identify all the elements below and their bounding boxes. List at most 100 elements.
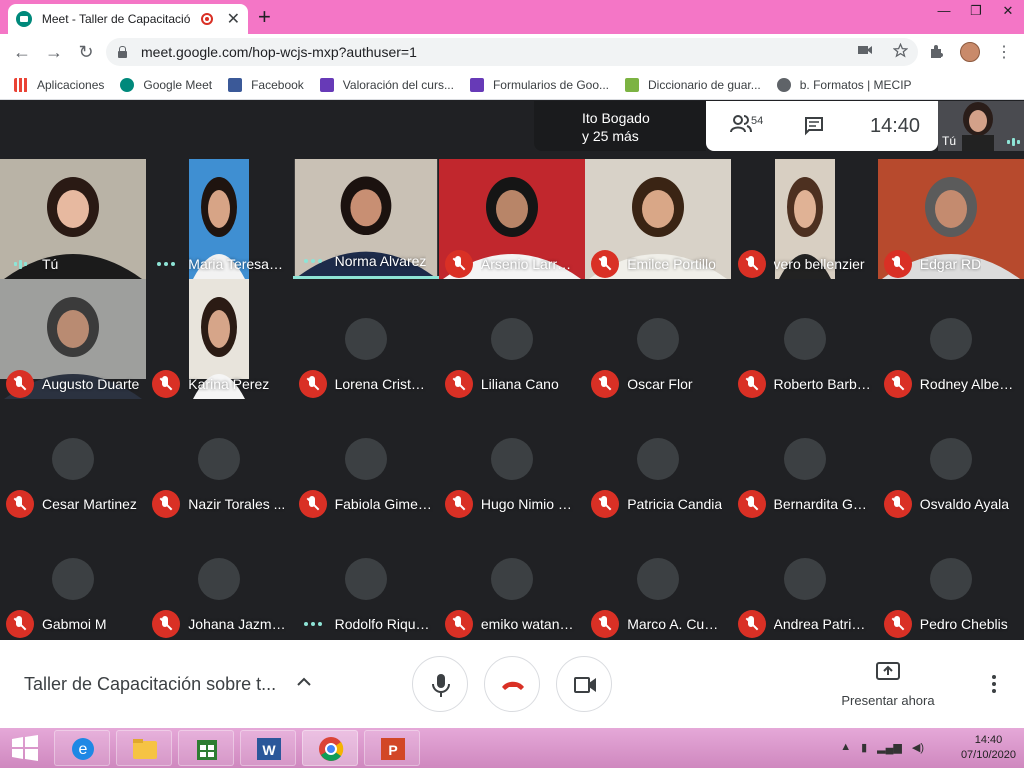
- bookmark-facebook[interactable]: Facebook: [228, 77, 304, 92]
- participant-tile[interactable]: Bernardita Guil...: [731, 399, 878, 519]
- folder-icon: [133, 739, 157, 759]
- meeting-title[interactable]: Taller de Capacitación sobre t...: [24, 674, 276, 695]
- mic-muted-icon: [737, 250, 766, 278]
- mic-muted-icon: [591, 250, 620, 278]
- participant-name: Norma Alvarez: [334, 253, 427, 269]
- present-now-button[interactable]: Presentar ahora: [840, 662, 936, 708]
- word-icon: W: [257, 738, 281, 760]
- participant-tile[interactable]: Gabmoi M: [0, 519, 146, 639]
- network-icon[interactable]: ▮: [861, 741, 867, 754]
- chevron-up-icon[interactable]: [296, 674, 312, 690]
- participant-tile[interactable]: Norma Alvarez: [292, 159, 439, 279]
- people-icon[interactable]: [730, 115, 752, 133]
- participant-label: Nazir Torales ...: [146, 489, 292, 519]
- new-tab-button[interactable]: +: [258, 4, 271, 30]
- participant-tile[interactable]: Maria Teresa C...: [146, 159, 293, 279]
- participant-tile[interactable]: Emilce Portillo: [585, 159, 732, 279]
- participant-label: Rodolfo Riquel...: [293, 609, 439, 639]
- star-icon[interactable]: [893, 43, 908, 58]
- microphone-button[interactable]: [412, 656, 468, 712]
- participant-tile[interactable]: Marco A. Cubil...: [585, 519, 732, 639]
- participant-tile[interactable]: Rodney Albert...: [877, 279, 1024, 399]
- address-bar[interactable]: meet.google.com/hop-wcjs-mxp?authuser=1: [106, 38, 918, 66]
- participant-count: 54: [751, 115, 764, 127]
- chat-icon[interactable]: [804, 116, 824, 136]
- participant-tile[interactable]: Johana Jazmi...: [146, 519, 293, 639]
- participant-tile[interactable]: Pedro Cheblis: [877, 519, 1024, 639]
- participant-tile[interactable]: Cesar Martinez: [0, 399, 146, 519]
- forward-icon[interactable]: →: [38, 42, 70, 63]
- participant-tile[interactable]: Hugo Nimio Or...: [438, 399, 585, 519]
- browser-menu-icon[interactable]: ⋮: [996, 42, 1012, 62]
- tab-close-button[interactable]: ✕: [227, 9, 240, 29]
- taskbar-chrome[interactable]: [302, 730, 358, 766]
- participant-tile[interactable]: emiko watanabe: [438, 519, 585, 639]
- participant-name: Cesar Martinez: [42, 496, 137, 512]
- back-icon[interactable]: ←: [6, 42, 38, 63]
- reload-icon[interactable]: ↻: [70, 42, 102, 63]
- mic-muted-icon: [737, 490, 766, 518]
- participant-tile[interactable]: Augusto Duarte: [0, 279, 146, 399]
- participant-tile[interactable]: vero bellenzier: [731, 159, 878, 279]
- mic-muted-icon: [6, 610, 34, 638]
- signal-icon[interactable]: ▂▄▆: [877, 741, 902, 754]
- mic-muted-icon: [883, 490, 912, 518]
- mic-muted-icon: [737, 610, 766, 638]
- call-controls-bar: Taller de Capacitación sobre t... Presen…: [0, 640, 1024, 728]
- bookmark-valoracion[interactable]: Valoración del curs...: [319, 77, 454, 92]
- participant-name: Liliana Cano: [480, 376, 559, 392]
- participant-name: Rodney Albert...: [919, 376, 1018, 392]
- participant-tile[interactable]: Edgar RD: [877, 159, 1024, 279]
- bookmark-formatos[interactable]: b. Formatos | MECIP: [776, 77, 912, 92]
- extensions-icon[interactable]: [928, 44, 944, 60]
- camera-icon: [574, 677, 596, 693]
- mic-muted-icon: [737, 370, 766, 398]
- self-view-thumbnail[interactable]: Tú: [938, 101, 1024, 151]
- bookmark-diccionario[interactable]: Diccionario de guar...: [625, 77, 761, 92]
- profile-avatar[interactable]: [960, 42, 980, 62]
- participant-tile[interactable]: Nazir Torales ...: [146, 399, 293, 519]
- participant-tile[interactable]: Roberto Barbo...: [731, 279, 878, 399]
- participant-tile[interactable]: Lorena Cristal...: [292, 279, 439, 399]
- window-close-button[interactable]: ✕: [992, 0, 1024, 22]
- participant-avatar: [637, 558, 680, 600]
- taskbar-store[interactable]: [178, 730, 234, 766]
- participant-tile[interactable]: Rodolfo Riquel...: [292, 519, 439, 639]
- taskbar-word[interactable]: W: [240, 730, 296, 766]
- participant-tile[interactable]: Fabiola Gimen...: [292, 399, 439, 519]
- mic-muted-icon: [152, 610, 181, 638]
- taskbar-file-explorer[interactable]: [116, 730, 172, 766]
- minimize-button[interactable]: —: [928, 0, 960, 22]
- participant-label: Arsenio Larrosa: [439, 249, 585, 279]
- bookmark-formularios[interactable]: Formularios de Goo...: [469, 77, 609, 92]
- participant-tile[interactable]: Patricia Candia: [585, 399, 732, 519]
- participant-tile[interactable]: Karina Perez: [146, 279, 293, 399]
- more-options-icon[interactable]: [990, 674, 998, 694]
- bookmark-label: Aplicaciones: [37, 77, 105, 92]
- camera-button[interactable]: [556, 656, 612, 712]
- participant-tile[interactable]: Liliana Cano: [438, 279, 585, 399]
- taskbar-internet-explorer[interactable]: e: [54, 730, 110, 766]
- participant-tile[interactable]: Andrea Patrici...: [731, 519, 878, 639]
- windows-start-icon[interactable]: [8, 734, 42, 762]
- participant-avatar: [637, 318, 680, 360]
- participant-name: Oscar Flor: [627, 376, 693, 392]
- tab-meet[interactable]: Meet - Taller de Capacitación ✕: [8, 4, 248, 34]
- leave-call-button[interactable]: [484, 656, 540, 712]
- mic-muted-icon: [152, 370, 181, 398]
- volume-icon[interactable]: ◀): [912, 741, 924, 754]
- globe-icon: [776, 77, 791, 92]
- participant-tile[interactable]: Arsenio Larrosa: [438, 159, 585, 279]
- participant-tile[interactable]: Osvaldo Ayala: [877, 399, 1024, 519]
- svg-text:W: W: [262, 742, 276, 758]
- tray-chevron-icon[interactable]: ▲: [840, 741, 851, 754]
- participant-name: Lorena Cristal...: [334, 376, 433, 392]
- taskbar-powerpoint[interactable]: P: [364, 730, 420, 766]
- camera-blocked-icon[interactable]: [857, 43, 873, 57]
- participant-tile[interactable]: Tú: [0, 159, 146, 279]
- bookmark-apps[interactable]: Aplicaciones: [14, 77, 105, 92]
- restore-button[interactable]: ❐: [960, 0, 992, 22]
- participant-tile[interactable]: Oscar Flor: [585, 279, 732, 399]
- bookmark-google-meet[interactable]: Google Meet: [120, 77, 212, 92]
- taskbar-clock[interactable]: 14:40 07/10/2020: [961, 733, 1016, 763]
